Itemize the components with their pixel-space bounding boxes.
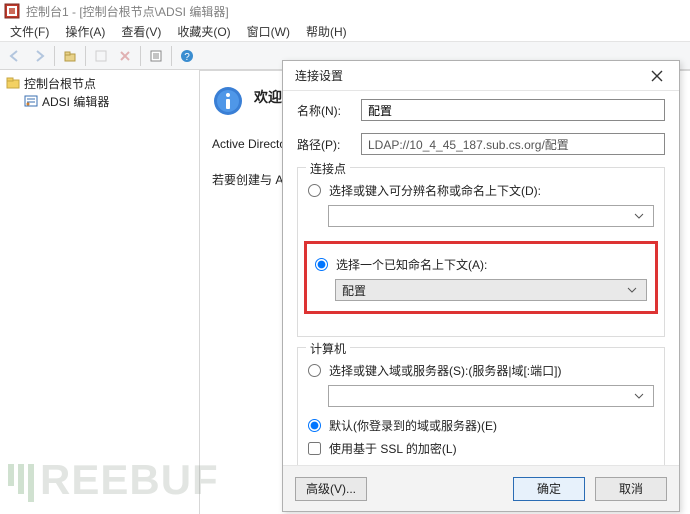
default-radio-row[interactable]: 默认(你登录到的域或服务器)(E)	[308, 417, 654, 434]
tb-help-icon[interactable]: ?	[176, 45, 198, 67]
tree-child-node[interactable]: ADSI 编辑器	[2, 92, 197, 110]
domain-combo[interactable]	[328, 385, 654, 407]
app-icon	[4, 3, 20, 19]
chevron-down-icon	[624, 285, 640, 295]
path-label: 路径(P):	[297, 136, 361, 153]
known-nc-value: 配置	[342, 282, 366, 299]
ok-button-label: 确定	[537, 480, 561, 497]
menu-fav[interactable]: 收藏夹(O)	[169, 21, 238, 42]
chevron-down-icon	[631, 391, 647, 401]
folder-icon	[6, 76, 20, 90]
name-label: 名称(N):	[297, 102, 361, 119]
default-radio[interactable]	[308, 419, 321, 432]
toolbar-separator	[54, 46, 55, 66]
window-titlebar: 控制台1 - [控制台根节点\ADSI 编辑器]	[0, 0, 690, 22]
computer-group: 计算机 选择或键入域或服务器(S):(服务器|域[:端口]) 默认(你登录到的域…	[297, 347, 665, 465]
advanced-button-label: 高级(V)...	[306, 480, 356, 497]
dn-radio-label: 选择或键入可分辨名称或命名上下文(D):	[329, 182, 541, 199]
adsi-icon	[24, 94, 38, 108]
known-nc-radio-label: 选择一个已知命名上下文(A):	[336, 256, 487, 273]
menu-help[interactable]: 帮助(H)	[298, 21, 355, 42]
dn-combo[interactable]	[328, 205, 654, 227]
close-icon[interactable]	[643, 66, 671, 86]
info-icon	[212, 85, 244, 117]
menu-window[interactable]: 窗口(W)	[239, 21, 298, 42]
menu-file[interactable]: 文件(F)	[2, 21, 57, 42]
tb-back-icon[interactable]	[4, 45, 26, 67]
tree-pane: 控制台根节点 ADSI 编辑器	[0, 70, 200, 514]
svg-text:?: ?	[184, 52, 190, 63]
domain-radio-row[interactable]: 选择或键入域或服务器(S):(服务器|域[:端口])	[308, 362, 654, 379]
chevron-down-icon	[631, 211, 647, 221]
domain-radio-label: 选择或键入域或服务器(S):(服务器|域[:端口])	[329, 362, 561, 379]
cancel-button-label: 取消	[619, 480, 643, 497]
tb-cut-icon[interactable]	[90, 45, 112, 67]
menubar: 文件(F) 操作(A) 查看(V) 收藏夹(O) 窗口(W) 帮助(H)	[0, 22, 690, 42]
connection-point-legend: 连接点	[306, 160, 350, 177]
menu-view[interactable]: 查看(V)	[113, 21, 169, 42]
highlight-box: 选择一个已知命名上下文(A): 配置	[304, 241, 658, 314]
cancel-button[interactable]: 取消	[595, 477, 667, 501]
advanced-button[interactable]: 高级(V)...	[295, 477, 367, 501]
ssl-checkbox[interactable]	[308, 442, 321, 455]
tree-root-label: 控制台根节点	[24, 75, 96, 92]
dn-radio[interactable]	[308, 184, 321, 197]
dialog-footer: 高级(V)... 确定 取消	[283, 465, 679, 511]
computer-legend: 计算机	[306, 340, 350, 357]
dn-radio-row[interactable]: 选择或键入可分辨名称或命名上下文(D):	[308, 182, 654, 199]
tb-delete-icon[interactable]	[114, 45, 136, 67]
toolbar-separator	[140, 46, 141, 66]
menu-action[interactable]: 操作(A)	[57, 21, 113, 42]
ok-button[interactable]: 确定	[513, 477, 585, 501]
toolbar-separator	[171, 46, 172, 66]
dialog-title: 连接设置	[295, 67, 343, 84]
ssl-check-row[interactable]: 使用基于 SSL 的加密(L)	[308, 440, 654, 457]
path-input[interactable]	[361, 133, 665, 155]
tb-fwd-icon[interactable]	[28, 45, 50, 67]
known-nc-combo[interactable]: 配置	[335, 279, 647, 301]
window-title: 控制台1 - [控制台根节点\ADSI 编辑器]	[26, 3, 229, 20]
tb-prop-icon[interactable]	[145, 45, 167, 67]
tree-root-node[interactable]: 控制台根节点	[2, 74, 197, 92]
connection-point-group: 连接点 选择或键入可分辨名称或命名上下文(D): 选择一个已知命名上下文(A):…	[297, 167, 665, 337]
ssl-check-label: 使用基于 SSL 的加密(L)	[329, 440, 457, 457]
domain-radio[interactable]	[308, 364, 321, 377]
known-nc-radio-row[interactable]: 选择一个已知命名上下文(A):	[315, 256, 647, 273]
connection-dialog: 连接设置 名称(N): 路径(P): 连接点 选择或键入可分辨名称或命名上下文(…	[282, 60, 680, 512]
tree-child-label: ADSI 编辑器	[42, 93, 109, 110]
default-radio-label: 默认(你登录到的域或服务器)(E)	[329, 417, 497, 434]
dialog-titlebar: 连接设置	[283, 61, 679, 91]
tb-up-icon[interactable]	[59, 45, 81, 67]
toolbar-separator	[85, 46, 86, 66]
name-input[interactable]	[361, 99, 665, 121]
known-nc-radio[interactable]	[315, 258, 328, 271]
